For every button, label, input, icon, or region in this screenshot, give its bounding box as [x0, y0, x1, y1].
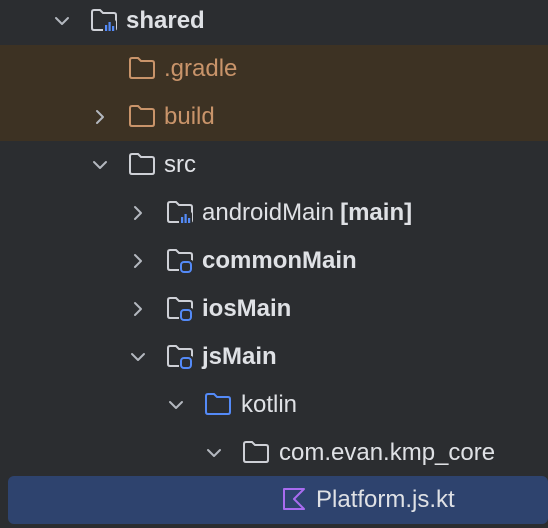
tree-item-label: src [164, 151, 196, 178]
kotlin-file-icon [283, 488, 305, 510]
tree-row-iosmain[interactable]: iosMain [0, 285, 548, 333]
tree-row-build[interactable]: build [0, 93, 548, 141]
tree-item-label: androidMain [main] [202, 199, 413, 226]
tree-item-label: commonMain [202, 247, 357, 274]
tree-row-androidmain[interactable]: androidMain [main] [0, 189, 548, 237]
tree-item-label: build [164, 103, 215, 130]
tree-row-shared[interactable]: shared [0, 0, 548, 45]
tree-row-jsmain[interactable]: jsMain [0, 333, 548, 381]
module-folder-icon [167, 201, 193, 225]
tree-row-commonmain[interactable]: commonMain [0, 237, 548, 285]
tree-item-label: shared [126, 7, 205, 34]
chevron-right-icon[interactable] [127, 298, 149, 320]
chevron-down-icon[interactable] [203, 442, 225, 464]
tree-item-label: Platform.js.kt [316, 486, 455, 513]
chevron-down-icon[interactable] [127, 346, 149, 368]
source-set-folder-icon [167, 297, 193, 322]
excluded-folder-icon [129, 57, 155, 79]
tree-item-label: kotlin [241, 391, 298, 418]
tree-row-src[interactable]: src [0, 141, 548, 189]
package-folder-icon [243, 441, 269, 463]
tree-item-label: .gradle [164, 55, 238, 82]
tree-row-platform-js-kt[interactable]: Platform.js.kt [8, 476, 548, 524]
tree-item-label: iosMain [202, 295, 292, 322]
chevron-down-icon[interactable] [51, 10, 73, 32]
source-root-folder-icon [205, 393, 231, 415]
chevron-right-icon[interactable] [89, 106, 111, 128]
excluded-folder-icon [129, 105, 155, 127]
chevron-right-icon[interactable] [127, 202, 149, 224]
chevron-right-icon[interactable] [127, 250, 149, 272]
tree-item-label: com.evan.kmp_core [279, 439, 496, 466]
module-suffix: [main] [340, 199, 413, 226]
chevron-down-icon[interactable] [165, 394, 187, 416]
source-set-folder-icon [167, 345, 193, 370]
tree-item-label: jsMain [202, 343, 277, 370]
tree-row-kotlin[interactable]: kotlin [0, 381, 548, 429]
module-folder-icon [91, 9, 117, 33]
tree-row-package[interactable]: com.evan.kmp_core [0, 429, 548, 477]
chevron-down-icon[interactable] [89, 154, 111, 176]
folder-icon [129, 153, 155, 175]
project-tree: shared .gradle build src androidMain [ma… [0, 0, 548, 528]
source-set-folder-icon [167, 249, 193, 274]
tree-row-gradle[interactable]: .gradle [0, 45, 548, 93]
